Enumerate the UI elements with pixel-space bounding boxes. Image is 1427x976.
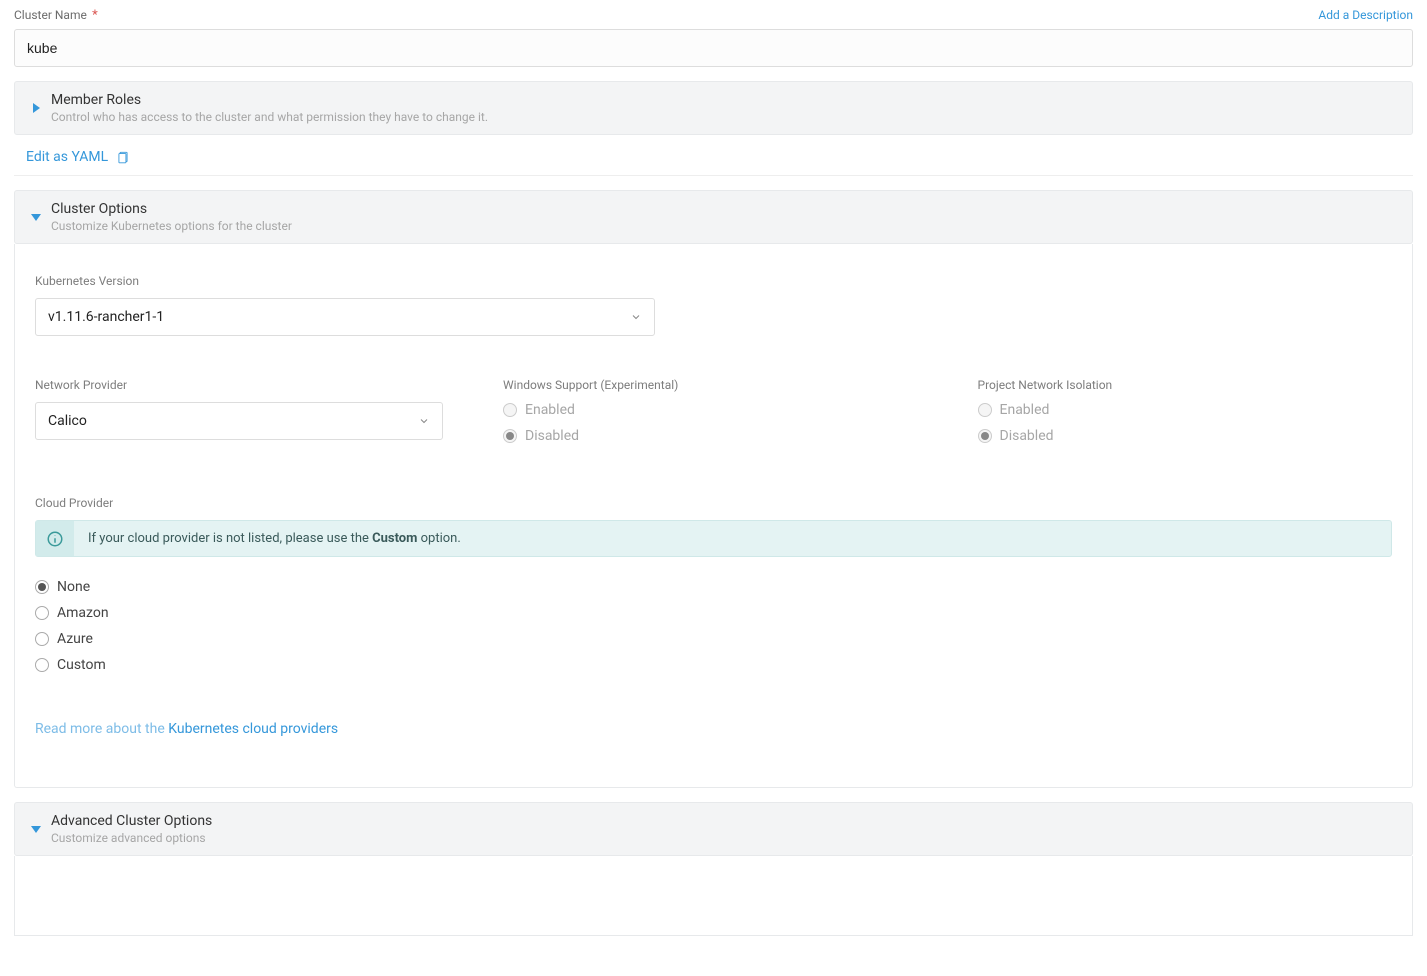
divider [14, 175, 1413, 176]
windows-disabled-radio [503, 429, 517, 443]
member-roles-subtitle: Control who has access to the cluster an… [51, 110, 488, 124]
cp-amazon-radio[interactable] [35, 606, 49, 620]
cluster-options-accordion[interactable]: Cluster Options Customize Kubernetes opt… [14, 190, 1413, 244]
chevron-right-icon [33, 103, 40, 113]
cluster-name-input[interactable] [14, 29, 1413, 67]
project-isolation-disabled: Disabled [978, 428, 1393, 444]
chevron-down-icon [630, 311, 642, 323]
cloud-provider-none[interactable]: None [35, 579, 1392, 595]
windows-enabled-label: Enabled [525, 402, 575, 418]
windows-enabled-radio [503, 403, 517, 417]
cloud-provider-info-banner: If your cloud provider is not listed, pl… [35, 520, 1392, 557]
cp-none-label: None [57, 579, 90, 595]
chevron-down-icon [31, 214, 41, 221]
windows-support-label: Windows Support (Experimental) [503, 378, 918, 392]
chevron-down-icon [418, 415, 430, 427]
add-description-link[interactable]: Add a Description [1318, 8, 1413, 22]
windows-disabled-label: Disabled [525, 428, 579, 444]
isolation-enabled-radio [978, 403, 992, 417]
cluster-options-title: Cluster Options [51, 201, 292, 217]
cloud-provider-amazon[interactable]: Amazon [35, 605, 1392, 621]
cloud-provider-azure[interactable]: Azure [35, 631, 1392, 647]
network-provider-value: Calico [48, 413, 87, 429]
isolation-disabled-label: Disabled [1000, 428, 1054, 444]
cp-azure-radio[interactable] [35, 632, 49, 646]
k8s-version-select[interactable]: v1.11.6-rancher1-1 [35, 298, 655, 336]
cp-custom-label: Custom [57, 657, 106, 673]
member-roles-title: Member Roles [51, 92, 488, 108]
k8s-version-value: v1.11.6-rancher1-1 [48, 309, 164, 325]
windows-support-enabled: Enabled [503, 402, 918, 418]
cp-amazon-label: Amazon [57, 605, 109, 621]
project-isolation-enabled: Enabled [978, 402, 1393, 418]
cloud-provider-read-more: Read more about the Kubernetes cloud pro… [35, 721, 1392, 737]
cluster-options-panel: Kubernetes Version v1.11.6-rancher1-1 Ne… [14, 244, 1413, 788]
clipboard-icon [116, 150, 130, 164]
k8s-version-label: Kubernetes Version [35, 274, 1392, 288]
advanced-options-accordion[interactable]: Advanced Cluster Options Customize advan… [14, 802, 1413, 856]
project-isolation-label: Project Network Isolation [978, 378, 1393, 392]
cluster-options-subtitle: Customize Kubernetes options for the clu… [51, 219, 292, 233]
info-icon [46, 530, 64, 548]
cloud-provider-custom[interactable]: Custom [35, 657, 1392, 673]
cp-azure-label: Azure [57, 631, 93, 647]
info-suffix: option. [417, 531, 460, 546]
info-prefix: If your cloud provider is not listed, pl… [88, 531, 372, 546]
cloud-provider-label: Cloud Provider [35, 496, 1392, 510]
advanced-options-subtitle: Customize advanced options [51, 831, 212, 845]
cp-custom-radio[interactable] [35, 658, 49, 672]
member-roles-accordion[interactable]: Member Roles Control who has access to t… [14, 81, 1413, 135]
advanced-options-title: Advanced Cluster Options [51, 813, 212, 829]
isolation-disabled-radio [978, 429, 992, 443]
info-bold: Custom [372, 531, 417, 546]
advanced-options-panel [14, 856, 1413, 936]
required-asterisk: * [92, 8, 98, 23]
network-provider-select[interactable]: Calico [35, 402, 443, 440]
windows-support-disabled: Disabled [503, 428, 918, 444]
kubernetes-cloud-providers-link[interactable]: Kubernetes cloud providers [168, 721, 338, 737]
cp-none-radio[interactable] [35, 580, 49, 594]
cluster-name-label: Cluster Name [14, 8, 87, 22]
isolation-enabled-label: Enabled [1000, 402, 1050, 418]
edit-as-yaml-link[interactable]: Edit as YAML [26, 149, 108, 165]
chevron-down-icon [31, 826, 41, 833]
read-more-prefix: Read more about the [35, 721, 168, 737]
network-provider-label: Network Provider [35, 378, 443, 392]
